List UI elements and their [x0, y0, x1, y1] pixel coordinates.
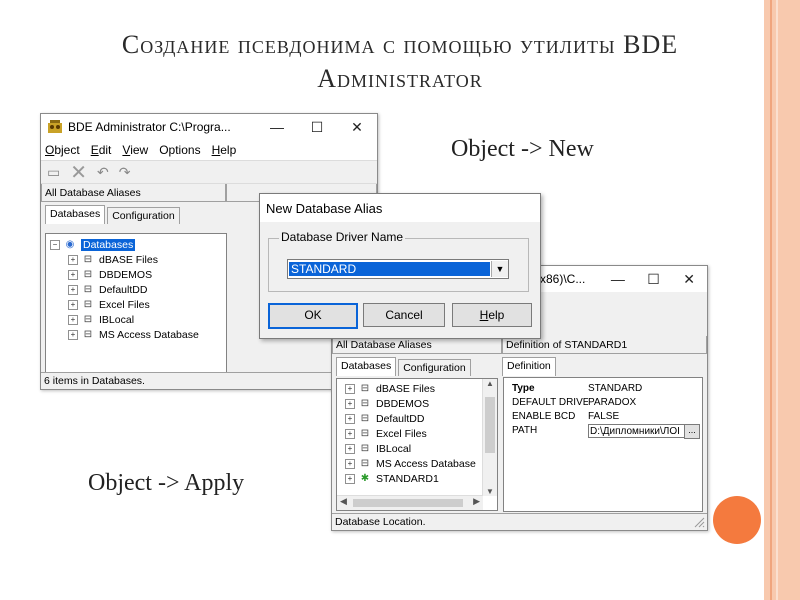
tree-item[interactable]: + ⊟ IBLocal [345, 441, 497, 456]
tree-item[interactable]: + ⊟ MS Access Database [345, 456, 497, 471]
decorative-right-band [764, 0, 800, 600]
resize-grip-icon[interactable] [694, 517, 705, 528]
slide-title: Создание псевдонима с помощью утилиты BD… [40, 28, 760, 96]
database-icon: ⊟ [360, 442, 370, 454]
minimize-button-2[interactable]: — [600, 271, 636, 287]
slide-title-line2: Administrator [317, 64, 483, 93]
window-title: BDE Administrator C:\Progra... [68, 120, 231, 134]
new-alias-icon: ✱ [360, 472, 370, 484]
scroll-down-icon[interactable]: ▼ [483, 487, 497, 496]
database-icon: ⊟ [360, 457, 370, 469]
scroll-left-icon[interactable]: ◀ [340, 496, 347, 507]
scroll-up-icon[interactable]: ▲ [483, 379, 497, 388]
selected-driver: STANDARD [289, 262, 490, 276]
tree-item[interactable]: + ⊟ Excel Files [345, 426, 497, 441]
minimize-button[interactable]: — [257, 119, 297, 135]
tab-definition[interactable]: Definition [502, 357, 556, 376]
title-bar[interactable]: BDE Administrator C:\Progra... — ☐ ✕ [41, 114, 377, 140]
tree-item[interactable]: + ⊟ Excel Files [50, 297, 226, 312]
cancel-button[interactable]: Cancel [363, 303, 445, 327]
database-icon: ⊟ [360, 397, 370, 409]
close-button[interactable]: ✕ [337, 119, 377, 136]
tree-item[interactable]: + ⊟ DefaultDD [50, 282, 226, 297]
close-button-2[interactable]: ✕ [671, 271, 707, 288]
definition-property-grid: TypeSTANDARD DEFAULT DRIVERPARADOX ENABL… [503, 377, 703, 512]
tree-item[interactable]: + ⊟ IBLocal [50, 312, 226, 327]
database-icon: ⊟ [83, 313, 93, 325]
path-input[interactable]: D:\Дипломники\ЛОI [588, 424, 686, 438]
scroll-thumb[interactable] [485, 397, 495, 453]
help-button[interactable]: Help [452, 303, 532, 327]
menu-bar: Object Edit View Options Help [41, 140, 377, 160]
slide-title-line1: Создание псевдонима с помощью утилиты BD… [121, 30, 679, 59]
tree-item-new-alias[interactable]: + ✱ STANDARD1 [345, 471, 497, 486]
ok-button[interactable]: OK [268, 303, 358, 329]
tree-item[interactable]: + ⊟ DBDEMOS [345, 396, 497, 411]
database-icon: ⊟ [83, 268, 93, 280]
database-icon: ⊟ [360, 427, 370, 439]
new-database-alias-dialog: New Database Alias Database Driver Name … [259, 193, 541, 339]
menu-help[interactable]: Help [212, 143, 237, 157]
browse-path-button[interactable]: ... [684, 424, 700, 439]
decorative-orange-dot [713, 496, 761, 544]
database-icon: ⊟ [83, 283, 93, 295]
driver-name-select[interactable]: STANDARD ▼ [287, 259, 509, 279]
tab-configuration[interactable]: Configuration [107, 207, 180, 224]
driver-group-box: Database Driver Name STANDARD ▼ [268, 230, 529, 292]
tab-strip-2: Databases Configuration Definition [332, 354, 707, 376]
chevron-down-icon[interactable]: ▼ [491, 261, 508, 277]
caption-object-new: Object -> New [451, 136, 594, 162]
tree-item[interactable]: + ⊟ dBASE Files [345, 381, 497, 396]
menu-object[interactable]: Object [45, 143, 80, 157]
tab-databases[interactable]: Databases [45, 205, 106, 224]
tree-vertical-scrollbar[interactable]: ▲ ▼ [482, 379, 497, 496]
open-folder-icon[interactable]: ▭ [47, 164, 60, 181]
window-title-2: x86)\C... [539, 272, 586, 286]
status-bar: 6 items in Databases. [41, 372, 377, 389]
redo-icon[interactable]: ↷ [119, 164, 131, 181]
database-icon: ⊟ [360, 382, 370, 394]
driver-group-label: Database Driver Name [279, 230, 406, 244]
tree-item[interactable]: + ⊟ MS Access Database [50, 327, 226, 342]
tab-configuration-2[interactable]: Configuration [398, 359, 471, 376]
database-icon: ⊟ [83, 253, 93, 265]
property-row[interactable]: Type STANDARD [504, 382, 702, 396]
all-aliases-header: All Database Aliases [41, 184, 226, 202]
database-tree: − ◉ Databases + ⊟ dBASE Files + ⊟ DBDEMOS + ⊟ De… [45, 233, 227, 374]
scroll-right-icon[interactable]: ▶ [473, 496, 480, 507]
databases-icon: ◉ [65, 238, 75, 250]
caption-object-apply: Object -> Apply [88, 470, 245, 496]
database-icon: ⊟ [83, 298, 93, 310]
menu-view[interactable]: View [122, 143, 148, 157]
dialog-title: New Database Alias [260, 194, 540, 222]
property-row[interactable]: DEFAULT DRIVERPARADOX [504, 396, 702, 410]
tree-horizontal-scrollbar[interactable]: ◀ ▶ [337, 495, 483, 510]
toolbar: ▭ ✕ ↶ ↷ [41, 160, 377, 184]
delete-icon[interactable]: ✕ [70, 160, 87, 185]
tree-root-databases[interactable]: − ◉ Databases [50, 237, 226, 252]
property-row-path[interactable]: PATH D:\Дипломники\ЛОI ... [504, 424, 702, 439]
database-icon: ⊟ [83, 328, 93, 340]
tree-item[interactable]: + ⊟ DBDEMOS [50, 267, 226, 282]
tree-item[interactable]: + ⊟ dBASE Files [50, 252, 226, 267]
scroll-thumb-h[interactable] [353, 499, 463, 507]
tree-item[interactable]: + ⊟ DefaultDD [345, 411, 497, 426]
maximize-button[interactable]: ☐ [297, 119, 337, 136]
menu-edit[interactable]: Edit [91, 143, 112, 157]
bde-app-icon [48, 120, 62, 133]
menu-options[interactable]: Options [159, 143, 200, 157]
property-row[interactable]: ENABLE BCD FALSE [504, 410, 702, 424]
tab-databases-2[interactable]: Databases [336, 357, 397, 376]
maximize-button-2[interactable]: ☐ [636, 271, 672, 288]
database-tree-2: + ⊟ dBASE Files + ⊟ DBDEMOS + ⊟ DefaultDD + ⊟ Ex… [336, 378, 498, 511]
database-icon: ⊟ [360, 412, 370, 424]
status-bar-2: Database Location. [332, 513, 707, 530]
undo-icon[interactable]: ↶ [97, 164, 109, 181]
